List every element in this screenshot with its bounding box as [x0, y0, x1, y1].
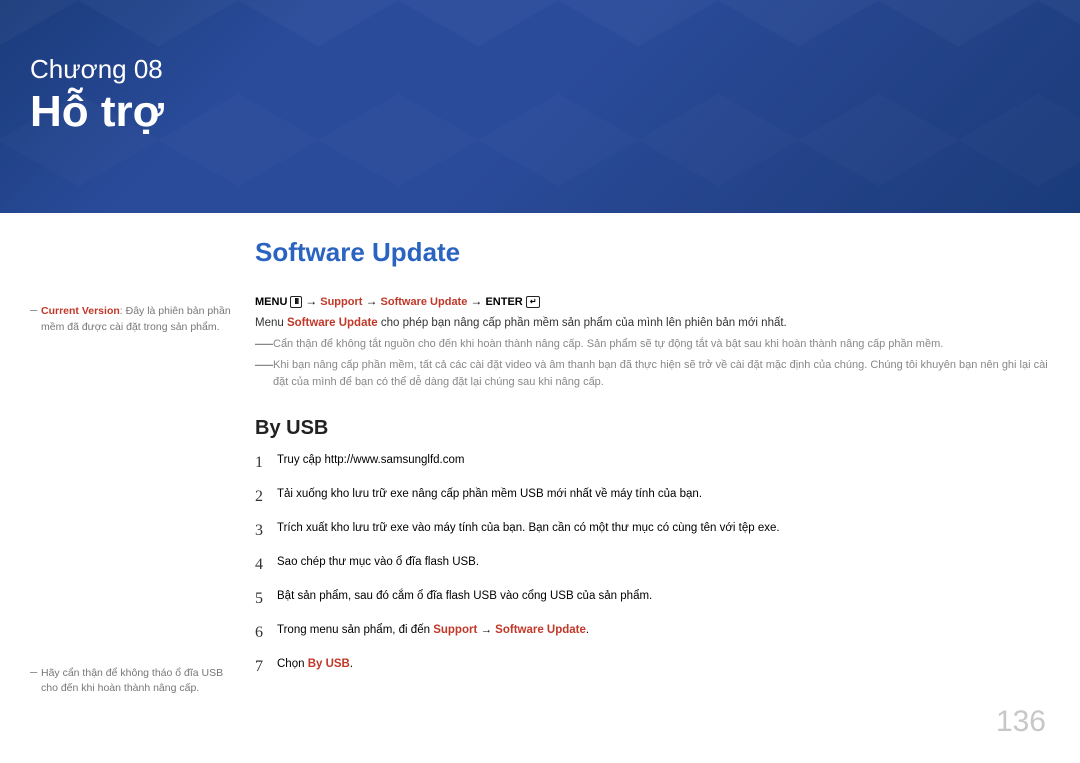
enter-icon: ↵ — [526, 296, 540, 308]
note-text: Khi bạn nâng cấp phần mềm, tất cả các cà… — [273, 357, 1050, 391]
step-3: 3 Trích xuất kho lưu trữ exe vào máy tín… — [255, 522, 1050, 540]
sidebar: – Current Version: Đây là phiên bản phần… — [30, 237, 255, 697]
chapter-banner: Chương 08 Hỗ trợ — [0, 0, 1080, 213]
content-area: – Current Version: Đây là phiên bản phần… — [0, 213, 1080, 697]
step-2: 2 Tải xuống kho lưu trữ exe nâng cấp phầ… — [255, 488, 1050, 506]
step-number: 6 — [255, 624, 277, 642]
dash-icon: – — [30, 666, 41, 698]
step7-prefix: Chọn — [277, 658, 308, 670]
page-number: 136 — [996, 705, 1046, 739]
step6-software-update: Software Update — [495, 624, 586, 636]
chapter-title: Hỗ trợ — [30, 87, 1080, 137]
intro-text: Menu Software Update cho phép bạn nâng c… — [255, 315, 1050, 332]
step6-support: Support — [433, 624, 477, 636]
step-text: Tải xuống kho lưu trữ exe nâng cấp phần … — [277, 488, 702, 500]
intro-part2: cho phép bạn nâng cấp phần mềm sản phẩm … — [378, 317, 787, 329]
step-text: Bật sản phẩm, sau đó cắm ổ đĩa flash USB… — [277, 590, 652, 602]
menu-path: MENU III → Support → Software Update → E… — [255, 294, 1050, 308]
step-text: Truy cập http://www.samsunglfd.com — [277, 454, 464, 466]
step7-by-usb: By USB — [308, 658, 350, 670]
menu-icon: III — [290, 296, 302, 308]
menupath-software-update: Software Update — [381, 296, 468, 308]
intro-part1: Menu — [255, 317, 287, 329]
arrow-icon: → — [305, 294, 317, 308]
step-4: 4 Sao chép thư mục vào ổ đĩa flash USB. — [255, 556, 1050, 574]
subheading-by-usb: By USB — [255, 417, 1050, 440]
step7-suffix: . — [350, 658, 353, 670]
step-number: 7 — [255, 658, 277, 676]
note-power: ― Cẩn thận để không tắt nguồn cho đến kh… — [255, 336, 1050, 353]
step-number: 5 — [255, 590, 277, 608]
section-title: Software Update — [255, 237, 1050, 268]
menupath-enter: ENTER — [485, 296, 522, 308]
sidenote-current-version: – Current Version: Đây là phiên bản phần… — [30, 304, 237, 336]
step-number: 3 — [255, 522, 277, 540]
main-column: Software Update MENU III → Support → Sof… — [255, 237, 1050, 697]
step-number: 2 — [255, 488, 277, 506]
menupath-support: Support — [320, 296, 362, 308]
step6-arrow: → — [477, 624, 495, 636]
dash-icon: ― — [255, 357, 273, 391]
sidenote-usb-warning: – Hãy cẩn thận để không tháo ổ đĩa USB c… — [30, 666, 237, 698]
step-5: 5 Bật sản phẩm, sau đó cắm ổ đĩa flash U… — [255, 590, 1050, 608]
intro-highlight: Software Update — [287, 317, 378, 329]
note-text: Cẩn thận để không tắt nguồn cho đến khi … — [273, 336, 943, 353]
step-number: 4 — [255, 556, 277, 574]
step6-prefix: Trong menu sản phẩm, đi đến — [277, 624, 433, 636]
sidenote-label: Current Version — [41, 305, 120, 317]
step6-suffix: . — [586, 624, 589, 636]
arrow-icon: → — [470, 294, 482, 308]
sidenote-text: Hãy cẩn thận để không tháo ổ đĩa USB cho… — [41, 666, 237, 698]
step-text: Sao chép thư mục vào ổ đĩa flash USB. — [277, 556, 479, 568]
note-settings-reset: ― Khi bạn nâng cấp phần mềm, tất cả các … — [255, 357, 1050, 391]
step-6: 6 Trong menu sản phẩm, đi đến Support → … — [255, 624, 1050, 642]
dash-icon: ― — [255, 336, 273, 353]
menupath-menu: MENU — [255, 296, 287, 308]
step-text: Trích xuất kho lưu trữ exe vào máy tính … — [277, 522, 780, 534]
step-1: 1 Truy cập http://www.samsunglfd.com — [255, 454, 1050, 472]
chapter-label: Chương 08 — [30, 54, 1080, 85]
dash-icon: – — [30, 304, 41, 336]
arrow-icon: → — [365, 294, 377, 308]
step-number: 1 — [255, 454, 277, 472]
step-7: 7 Chọn By USB. — [255, 658, 1050, 676]
